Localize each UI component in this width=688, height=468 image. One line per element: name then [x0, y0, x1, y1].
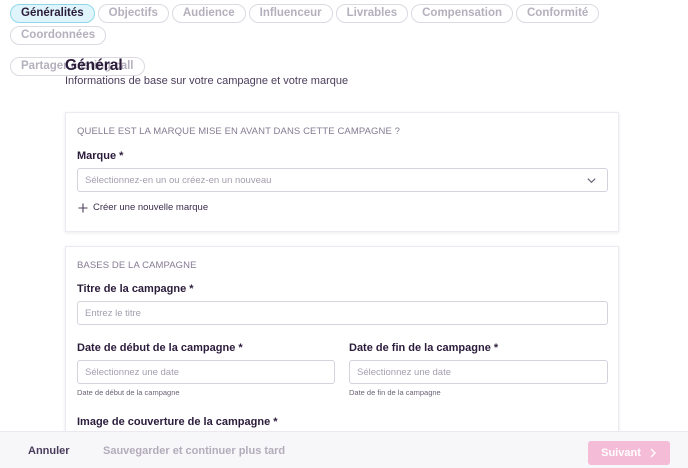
brand-section-card: QUELLE EST LA MARQUE MISE EN AVANT DANS …	[65, 112, 619, 232]
campaign-title-placeholder: Entrez le titre	[85, 308, 141, 319]
page-subtitle: Informations de base sur votre campagne …	[65, 75, 349, 87]
start-date-input[interactable]: Sélectionnez une date	[77, 360, 335, 384]
tab-coordonnees[interactable]: Coordonnées	[10, 26, 107, 45]
tab-objectifs[interactable]: Objectifs	[97, 4, 169, 23]
cover-image-label: Image de couverture de la campagne *	[77, 416, 278, 428]
cancel-button[interactable]: Annuler	[28, 445, 70, 457]
tab-generalites[interactable]: Généralités	[10, 4, 95, 23]
campaign-title-input[interactable]: Entrez le titre	[77, 301, 608, 325]
brand-label: Marque *	[77, 150, 124, 162]
campaign-basics-card: BASES DE LA CAMPAGNE Titre de la campagn…	[65, 246, 619, 446]
create-brand-button[interactable]: Créer une nouvelle marque	[78, 202, 208, 213]
brand-select[interactable]: Sélectionnez-en un ou créez-en un nouvea…	[77, 168, 608, 192]
start-date-placeholder: Sélectionnez une date	[85, 367, 180, 378]
next-button[interactable]: Suivant	[588, 441, 670, 465]
end-date-label: Date de fin de la campagne *	[349, 342, 499, 354]
brand-select-placeholder: Sélectionnez-en un ou créez-en un nouvea…	[85, 175, 272, 186]
chevron-right-icon	[650, 448, 656, 458]
tab-audience[interactable]: Audience	[171, 4, 246, 23]
tab-compensation[interactable]: Compensation	[411, 4, 513, 23]
chevron-down-icon	[587, 178, 596, 184]
end-date-input[interactable]: Sélectionnez une date	[349, 360, 608, 384]
start-date-hint: Date de début de la campagne	[77, 388, 180, 397]
form-footer: Annuler Sauvegarder et continuer plus ta…	[0, 431, 688, 468]
page-title: Général	[65, 57, 123, 74]
tab-influenceur[interactable]: Influenceur	[248, 4, 333, 23]
next-button-label: Suivant	[601, 447, 641, 459]
start-date-label: Date de début de la campagne *	[77, 342, 243, 354]
create-brand-label: Créer une nouvelle marque	[93, 202, 209, 213]
end-date-placeholder: Sélectionnez une date	[357, 367, 452, 378]
campaign-title-label: Titre de la campagne *	[77, 283, 194, 295]
tab-conformite[interactable]: Conformité	[516, 4, 600, 23]
basics-section-title: BASES DE LA CAMPAGNE	[77, 260, 197, 271]
plus-icon	[78, 203, 88, 212]
tabs-row-break	[10, 48, 680, 54]
tab-livrables[interactable]: Livrables	[335, 4, 409, 23]
end-date-hint: Date de fin de la campagne	[349, 388, 441, 397]
brand-section-title: QUELLE EST LA MARQUE MISE EN AVANT DANS …	[77, 126, 401, 137]
save-and-continue-later-button[interactable]: Sauvegarder et continuer plus tard	[103, 445, 285, 457]
